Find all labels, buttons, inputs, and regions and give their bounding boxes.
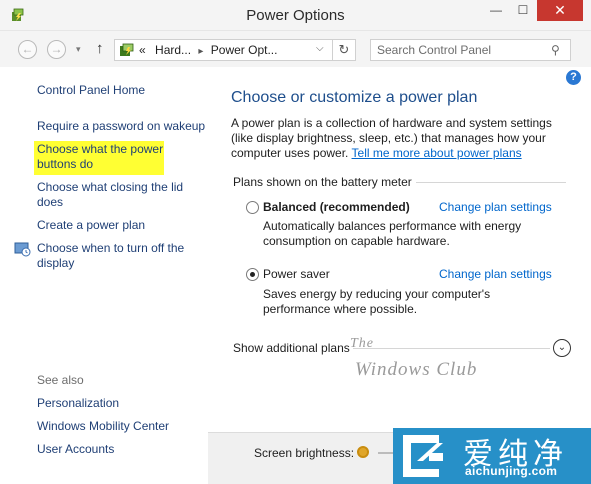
plans-group-label: Plans shown on the battery meter [233, 175, 412, 189]
group-divider [416, 182, 566, 183]
title-bar: Power Options — ☐ ✕ [0, 0, 591, 31]
display-timer-icon [14, 242, 31, 257]
help-icon[interactable]: ? [566, 70, 581, 85]
sidebar-create-power-plan[interactable]: Create a power plan [37, 218, 145, 233]
page-title: Choose or customize a power plan [231, 89, 478, 106]
minimize-button[interactable]: — [482, 0, 510, 21]
up-button[interactable]: ↑ [96, 40, 104, 57]
address-dropdown-icon[interactable]: ⌵ [316, 43, 324, 54]
logo-mark-icon [403, 435, 443, 477]
power-saver-change-settings-link[interactable]: Change plan settings [439, 267, 552, 281]
intro-text: A power plan is a collection of hardware… [231, 116, 561, 161]
site-logo-banner: 爱纯净 aichunjing.com [393, 428, 591, 484]
power-saver-radio[interactable] [246, 268, 259, 281]
logo-url: aichunjing.com [465, 464, 558, 478]
balanced-plan-name[interactable]: Balanced (recommended) [263, 200, 410, 214]
sidebar-control-panel-home[interactable]: Control Panel Home [37, 83, 145, 98]
back-button[interactable]: ← [18, 40, 37, 59]
tell-me-more-link[interactable]: Tell me more about power plans [352, 146, 522, 160]
maximize-button[interactable]: ☐ [509, 0, 537, 21]
sidebar-closing-lid[interactable]: Choose what closing the lid does [37, 180, 192, 210]
screen-brightness-label: Screen brightness: [254, 446, 355, 460]
breadcrumb-item-power-options[interactable]: Power Opt... [211, 43, 278, 57]
control-panel-icon [120, 43, 134, 56]
balanced-plan-description: Automatically balances performance with … [263, 219, 522, 248]
sidebar-require-password[interactable]: Require a password on wakeup [37, 119, 205, 134]
see-also-mobility-center[interactable]: Windows Mobility Center [37, 419, 169, 434]
sidebar: Control Panel Home Require a password on… [0, 67, 208, 484]
see-also-personalization[interactable]: Personalization [37, 396, 119, 411]
breadcrumb-separator[interactable]: ▸ [194, 46, 207, 57]
power-saver-plan-name[interactable]: Power saver [263, 267, 330, 281]
navigation-bar: ← → ▾ ↑ « Hard... ▸ Power Opt... ⌵ ↻ ⚲ [0, 31, 591, 67]
see-also-user-accounts[interactable]: User Accounts [37, 442, 114, 457]
watermark-line-2: Windows Club [355, 359, 478, 380]
watermark-line-1: The [350, 336, 374, 351]
additional-plans-divider [353, 348, 550, 349]
forward-button[interactable]: → [47, 40, 66, 59]
close-button[interactable]: ✕ [537, 0, 583, 21]
breadcrumb-item-hardware[interactable]: Hard... [155, 43, 191, 57]
expand-chevron-icon[interactable]: ⌄ [553, 339, 571, 357]
power-saver-plan-description: Saves energy by reducing your computer's… [263, 287, 491, 316]
balanced-radio[interactable] [246, 201, 259, 214]
search-box[interactable]: ⚲ [370, 39, 571, 61]
balanced-change-settings-link[interactable]: Change plan settings [439, 200, 552, 214]
brightness-sun-icon [357, 446, 369, 458]
breadcrumb-overflow[interactable]: « [139, 43, 146, 57]
see-also-label: See also [37, 373, 84, 387]
breadcrumb: « Hard... ▸ Power Opt... [139, 43, 277, 57]
sidebar-power-buttons[interactable]: Choose what the power buttons do [37, 142, 172, 172]
search-input[interactable] [377, 42, 547, 58]
refresh-button[interactable]: ↻ [333, 39, 356, 61]
show-additional-plans-label[interactable]: Show additional plans [233, 341, 350, 355]
address-bar[interactable]: « Hard... ▸ Power Opt... ⌵ [114, 39, 333, 61]
search-icon[interactable]: ⚲ [551, 43, 560, 57]
recent-locations-button[interactable]: ▾ [76, 44, 81, 55]
sidebar-turn-off-display[interactable]: Choose when to turn off the display [37, 241, 197, 271]
